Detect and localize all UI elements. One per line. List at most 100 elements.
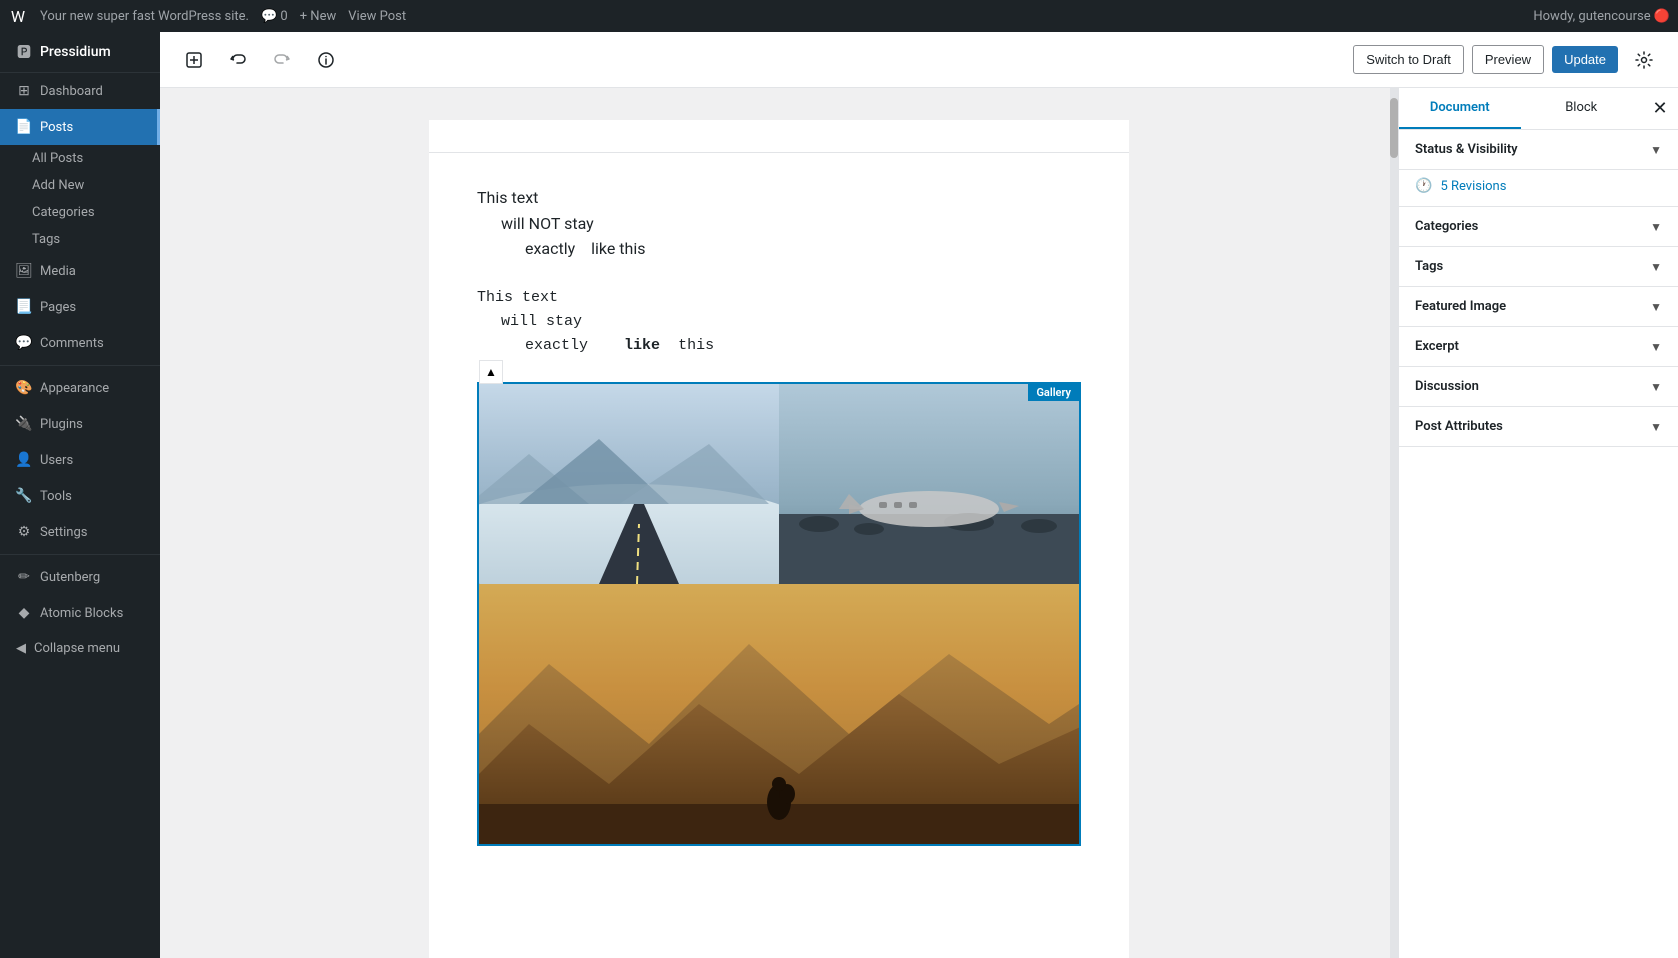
chevron-categories-icon: ▼: [1650, 220, 1662, 234]
chevron-discussion-icon: ▼: [1650, 380, 1662, 394]
site-name[interactable]: Your new super fast WordPress site.: [40, 9, 249, 24]
appearance-icon: 🎨: [16, 380, 32, 396]
admin-bar: W Your new super fast WordPress site. 💬 …: [0, 0, 1678, 32]
undo-button[interactable]: [220, 42, 256, 78]
settings-icon: ⚙: [16, 524, 32, 540]
media-icon: 🖼: [16, 263, 32, 279]
settings-gear-button[interactable]: [1626, 42, 1662, 78]
sidebar-item-dashboard[interactable]: ⊞ Dashboard: [0, 73, 160, 109]
section-header-discussion[interactable]: Discussion ▼: [1399, 367, 1678, 406]
sidebar-item-tags[interactable]: Tags: [32, 226, 160, 253]
redo-button[interactable]: [264, 42, 300, 78]
sidebar-item-atomic-blocks[interactable]: ◆ Atomic Blocks: [0, 595, 160, 631]
sidebar-item-add-new[interactable]: Add New: [32, 172, 160, 199]
gallery-image-plane[interactable]: [779, 384, 1079, 584]
editor-content[interactable]: This text will NOT stay exactly like thi…: [160, 88, 1398, 958]
text-line-1-3: exactly like this: [525, 236, 1081, 262]
panel-tabs: Document Block ✕: [1399, 88, 1678, 130]
revisions-label: 5 Revisions: [1440, 179, 1506, 194]
sidebar-divider-1: [0, 365, 160, 366]
sidebar-label-posts: Posts: [40, 120, 73, 135]
sidebar-item-settings[interactable]: ⚙ Settings: [0, 514, 160, 550]
section-title-status: Status & Visibility: [1415, 142, 1518, 157]
gutenberg-icon: ✏: [16, 569, 32, 585]
section-header-tags[interactable]: Tags ▼: [1399, 247, 1678, 286]
dashboard-icon: ⊞: [16, 83, 32, 99]
revisions-clock-icon: 🕐: [1415, 178, 1432, 194]
sidebar-item-comments[interactable]: 💬 Comments: [0, 325, 160, 361]
section-title-post-attributes: Post Attributes: [1415, 419, 1503, 434]
view-post-link[interactable]: View Post: [348, 9, 406, 24]
sidebar-logo-text: Pressidium: [40, 44, 111, 60]
panel-close-button[interactable]: ✕: [1642, 91, 1678, 127]
section-header-excerpt[interactable]: Excerpt ▼: [1399, 327, 1678, 366]
section-header-post-attributes[interactable]: Post Attributes ▼: [1399, 407, 1678, 446]
sidebar-label-users: Users: [40, 453, 73, 468]
section-tags: Tags ▼: [1399, 247, 1678, 287]
admin-bar-greeting: Howdy, gutencourse 🔴: [1533, 9, 1670, 24]
users-icon: 👤: [16, 452, 32, 468]
text-block-1[interactable]: This text will NOT stay exactly like thi…: [477, 185, 1081, 262]
sidebar-label-settings: Settings: [40, 525, 87, 540]
atomic-blocks-icon: ◆: [16, 605, 32, 621]
collapse-label: Collapse menu: [34, 641, 120, 656]
editor-wrapper: Switch to Draft Preview Update: [160, 32, 1678, 958]
text-block-2[interactable]: This text will stay exactly like this: [477, 286, 1081, 358]
sidebar-item-users[interactable]: 👤 Users: [0, 442, 160, 478]
content-area: This text will NOT stay exactly like thi…: [160, 88, 1678, 958]
sidebar-label-media: Media: [40, 264, 76, 279]
section-header-featured-image[interactable]: Featured Image ▼: [1399, 287, 1678, 326]
gallery-label: Gallery: [1028, 384, 1079, 401]
publish-button[interactable]: Update: [1552, 46, 1618, 73]
chevron-featured-image-icon: ▼: [1650, 300, 1662, 314]
section-status-visibility: Status & Visibility ▼: [1399, 130, 1678, 170]
new-link[interactable]: + New: [300, 9, 337, 24]
section-featured-image: Featured Image ▼: [1399, 287, 1678, 327]
tab-block[interactable]: Block: [1521, 88, 1643, 129]
section-title-discussion: Discussion: [1415, 379, 1479, 394]
editor-toolbar: Switch to Draft Preview Update: [160, 32, 1678, 88]
sidebar-item-media[interactable]: 🖼 Media: [0, 253, 160, 289]
sidebar-item-gutenberg[interactable]: ✏ Gutenberg: [0, 559, 160, 595]
sidebar-label-dashboard: Dashboard: [40, 84, 103, 99]
editor-inner: This text will NOT stay exactly like thi…: [429, 120, 1129, 958]
chevron-excerpt-icon: ▼: [1650, 340, 1662, 354]
sidebar-item-pages[interactable]: 📃 Pages: [0, 289, 160, 325]
posts-submenu: All Posts Add New Categories Tags: [0, 145, 160, 253]
gallery-move-up-button[interactable]: ▲: [479, 360, 503, 384]
pages-icon: 📃: [16, 299, 32, 315]
info-button[interactable]: [308, 42, 344, 78]
sidebar-item-appearance[interactable]: 🎨 Appearance: [0, 370, 160, 406]
right-panel: Document Block ✕ Status & Visibility ▼: [1398, 88, 1678, 958]
sidebar-label-comments: Comments: [40, 336, 104, 351]
section-title-featured-image: Featured Image: [1415, 299, 1506, 314]
tab-document[interactable]: Document: [1399, 88, 1521, 129]
gallery-image-mountain[interactable]: [479, 584, 1079, 844]
switch-to-draft-button[interactable]: Switch to Draft: [1353, 45, 1464, 74]
add-block-button[interactable]: [176, 42, 212, 78]
section-header-categories[interactable]: Categories ▼: [1399, 207, 1678, 246]
sidebar-item-tools[interactable]: 🔧 Tools: [0, 478, 160, 514]
gallery-image-road[interactable]: [479, 384, 779, 584]
sidebar-item-posts[interactable]: 📄 Posts: [0, 109, 160, 145]
sidebar-divider-2: [0, 554, 160, 555]
collapse-menu[interactable]: ◀ Collapse menu: [0, 631, 160, 666]
section-header-status[interactable]: Status & Visibility ▼: [1399, 130, 1678, 169]
comments-link[interactable]: 💬 0: [261, 9, 288, 24]
wp-logo[interactable]: W: [8, 6, 28, 26]
revisions-row[interactable]: 🕐 5 Revisions: [1399, 170, 1678, 206]
sidebar-item-plugins[interactable]: 🔌 Plugins: [0, 406, 160, 442]
section-discussion: Discussion ▼: [1399, 367, 1678, 407]
section-post-attributes: Post Attributes ▼: [1399, 407, 1678, 447]
gallery-block[interactable]: Gallery ▲: [477, 382, 1081, 846]
text-line-2-1: This text: [477, 286, 1081, 310]
sidebar-item-all-posts[interactable]: All Posts: [32, 145, 160, 172]
sidebar-item-categories[interactable]: Categories: [32, 199, 160, 226]
text-line-2-2: will stay: [501, 310, 1081, 334]
preview-button[interactable]: Preview: [1472, 45, 1544, 74]
chevron-tags-icon: ▼: [1650, 260, 1662, 274]
section-title-categories: Categories: [1415, 219, 1478, 234]
text-line-1-2: will NOT stay: [501, 211, 1081, 237]
text-line-2-3: exactly like this: [525, 334, 1081, 358]
tools-icon: 🔧: [16, 488, 32, 504]
